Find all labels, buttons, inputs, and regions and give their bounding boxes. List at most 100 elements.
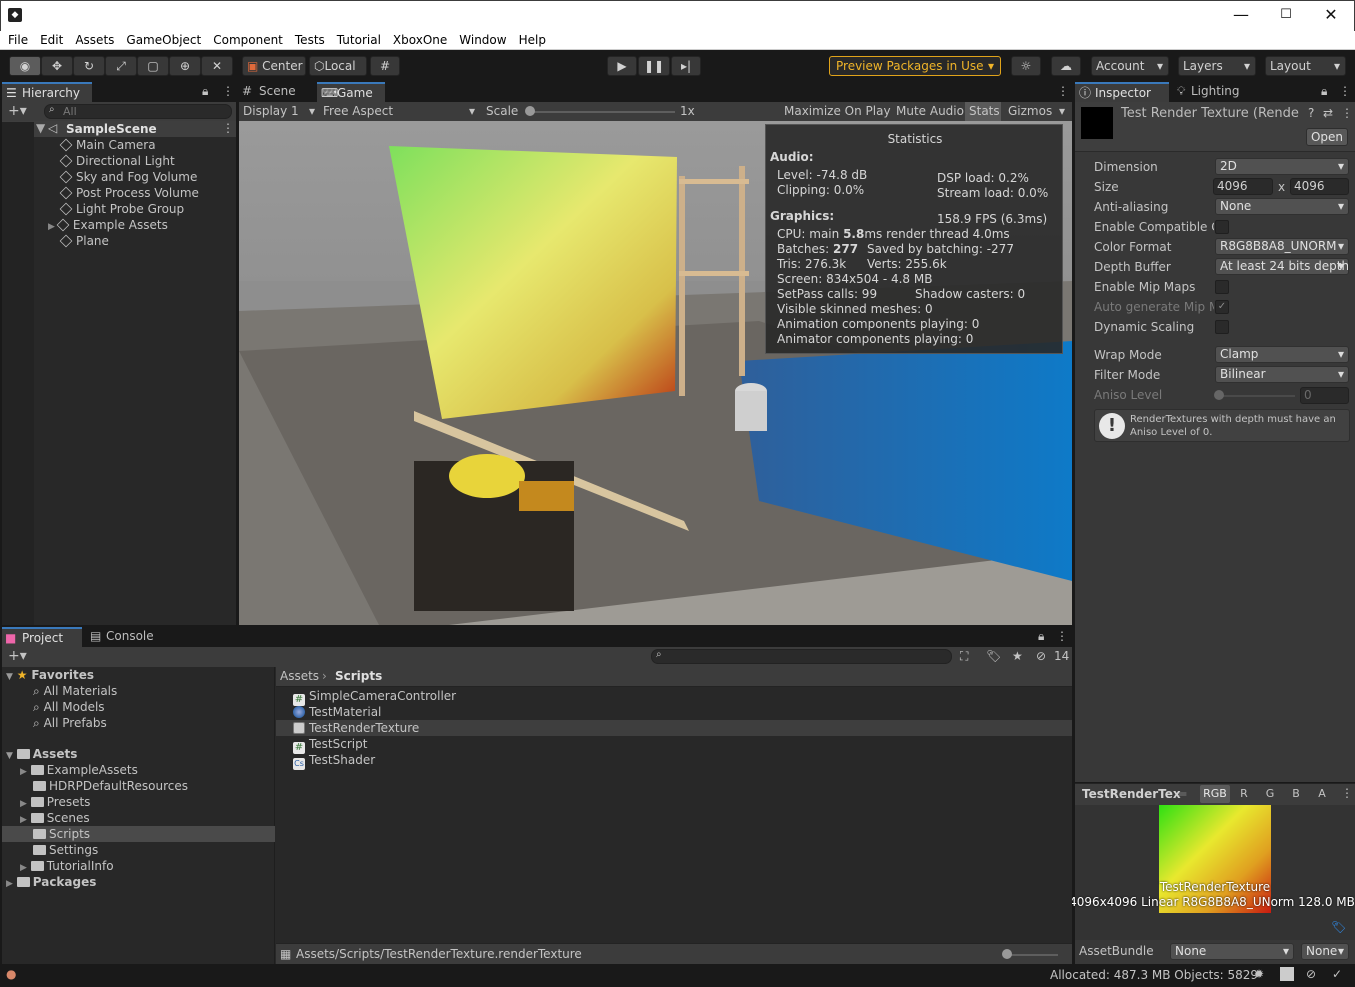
packages-header[interactable]: ▶ Packages [6, 874, 96, 890]
close-button[interactable]: ✕ [1308, 0, 1354, 31]
folder-item[interactable]: ▶ TutorialInfo [20, 858, 114, 874]
maximize-on-play-button[interactable]: Maximize On Play [784, 104, 891, 118]
favorite-item[interactable]: ⌕ All Prefabs [33, 715, 107, 731]
settings-sun-icon[interactable]: ☼ [1011, 56, 1041, 76]
mip-maps-checkbox[interactable] [1215, 280, 1229, 294]
folder-item[interactable]: Scripts [33, 826, 90, 842]
hierarchy-item[interactable]: Plane [59, 233, 109, 249]
hierarchy-item[interactable]: Directional Light [59, 153, 175, 169]
cloud-icon[interactable]: ☁ [1051, 56, 1081, 76]
move-tool-icon[interactable]: ✥ [41, 56, 73, 76]
hidden-packages-icon[interactable]: ⊘ [1036, 649, 1046, 663]
mute-audio-button[interactable]: Mute Audio [896, 104, 964, 118]
tag-icon[interactable]: 🏷︎ [1331, 920, 1346, 934]
aspect-dropdown[interactable]: Free Aspect ▾ [319, 102, 477, 121]
tab-scene[interactable]: # Scene [239, 82, 317, 102]
favorite-item[interactable]: ⌕ All Materials [33, 683, 117, 699]
expand-arrow-icon[interactable]: ▶ [20, 815, 27, 825]
layout-dropdown[interactable]: Layout ▾ [1265, 56, 1346, 76]
tab-game[interactable]: ⌨ Game [317, 82, 385, 102]
favorites-header[interactable]: ▼ ★ Favorites [6, 667, 94, 683]
menu-file[interactable]: File [8, 31, 34, 49]
assetbundle-variant-dropdown[interactable]: None [1301, 943, 1349, 960]
maximize-button[interactable]: ☐ [1263, 0, 1309, 31]
kebab-menu-icon[interactable]: ⋮ [1057, 84, 1069, 98]
file-item[interactable]: TestMaterial [293, 704, 381, 720]
menu-window[interactable]: Window [459, 31, 512, 49]
tab-lighting[interactable]: 💡︎ Lighting [1171, 82, 1261, 102]
lock-icon[interactable]: 🔒︎ [202, 84, 208, 99]
pivot-center-button[interactable]: ▣ Center [242, 56, 306, 76]
expand-arrow-icon[interactable]: ▶ [6, 879, 13, 889]
account-dropdown[interactable]: Account ▾ [1091, 56, 1169, 76]
display-dropdown[interactable]: Display 1 ▾ [239, 102, 317, 121]
gizmos-button[interactable]: Gizmos [1008, 104, 1052, 118]
pause-button[interactable]: ❚❚ [638, 56, 670, 76]
debug-bug-icon[interactable]: ✹ [1254, 967, 1264, 981]
lock-icon[interactable]: 🔒︎ [1321, 84, 1327, 99]
search-by-type-icon[interactable]: ⛶ [960, 649, 968, 664]
create-plus-icon[interactable]: +▾ [8, 103, 27, 119]
menu-edit[interactable]: Edit [40, 31, 69, 49]
rotate-tool-icon[interactable]: ↻ [73, 56, 105, 76]
layers-dropdown[interactable]: Layers ▾ [1178, 56, 1256, 76]
menu-gameobject[interactable]: GameObject [126, 31, 207, 49]
depth-buffer-dropdown[interactable]: At least 24 bits depth [1215, 258, 1349, 275]
hierarchy-item[interactable]: Light Probe Group [59, 201, 184, 217]
channel-g-button[interactable]: G [1258, 785, 1282, 803]
tab-hierarchy[interactable]: ☰ Hierarchy [2, 82, 92, 102]
menu-help[interactable]: Help [519, 31, 552, 49]
menu-component[interactable]: Component [213, 31, 289, 49]
size-width-field[interactable]: 4096 [1213, 178, 1273, 195]
preset-icon[interactable]: ⇄ [1323, 106, 1333, 120]
file-item[interactable]: # TestScript [293, 736, 367, 754]
pivot-space-button[interactable]: ⬡Local [309, 56, 367, 76]
folder-item[interactable]: HDRPDefaultResources [33, 778, 188, 794]
assets-header[interactable]: ▼ Assets [6, 746, 77, 762]
hierarchy-item[interactable]: Sky and Fog Volume [59, 169, 197, 185]
menu-tests[interactable]: Tests [295, 31, 331, 49]
search-by-label-icon[interactable]: 🏷︎ [986, 649, 1001, 663]
hierarchy-item[interactable]: ▶ Example Assets [48, 217, 168, 233]
minimize-button[interactable]: — [1218, 0, 1264, 31]
size-height-field[interactable]: 4096 [1290, 178, 1349, 195]
channel-r-button[interactable]: R [1232, 785, 1256, 803]
hierarchy-item[interactable]: Post Process Volume [59, 185, 199, 201]
menu-tutorial[interactable]: Tutorial [337, 31, 387, 49]
scale-slider-track[interactable] [529, 111, 675, 113]
expand-arrow-icon[interactable]: ▶ [48, 222, 55, 232]
expand-arrow-icon[interactable]: ▶ [20, 863, 27, 873]
expand-arrow-icon[interactable]: ▼ [36, 121, 45, 135]
expand-arrow-icon[interactable]: ▶ [20, 799, 27, 809]
favorite-star-icon[interactable]: ★ [1012, 649, 1023, 663]
breadcrumb-assets[interactable]: Assets [280, 669, 319, 683]
assetbundle-dropdown[interactable]: None [1170, 943, 1294, 960]
expand-arrow-icon[interactable]: ▼ [6, 672, 13, 682]
menu-assets[interactable]: Assets [75, 31, 120, 49]
kebab-menu-icon[interactable]: ⋮ [222, 84, 234, 98]
dimension-dropdown[interactable]: 2D [1215, 158, 1349, 175]
kebab-menu-icon[interactable]: ⋮ [1339, 84, 1351, 98]
scale-tool-icon[interactable]: ⤢ [105, 56, 137, 76]
kebab-menu-icon[interactable]: ⋮ [1056, 629, 1068, 643]
file-item[interactable]: TestRenderTexture [293, 720, 419, 736]
folder-item[interactable]: ▶ Presets [20, 794, 90, 810]
game-viewport[interactable]: Statistics Audio: Level: -74.8 dB Clippi… [239, 121, 1072, 625]
tab-project[interactable]: ■ Project [2, 627, 82, 647]
menu-xboxone[interactable]: XboxOne [393, 31, 453, 49]
stats-button[interactable]: Stats [965, 102, 1001, 121]
icon-size-slider-thumb[interactable] [1002, 949, 1012, 959]
icon-size-slider-track[interactable] [1006, 954, 1058, 956]
view-tool-eye-icon[interactable]: ◉ [9, 56, 41, 76]
tab-console[interactable]: ▤ Console [86, 627, 166, 647]
kebab-menu-icon[interactable]: ⋮ [222, 121, 234, 135]
hierarchy-search-input[interactable]: ⌕ All [44, 104, 232, 119]
kebab-menu-icon[interactable]: ⋮ [1341, 106, 1353, 120]
file-item[interactable]: Cs TestShader [293, 752, 375, 770]
filter-mode-dropdown[interactable]: Bilinear [1215, 366, 1349, 383]
channel-rgb-button[interactable]: RGB [1200, 785, 1230, 803]
grid-snap-icon[interactable]: # [370, 56, 400, 76]
open-button[interactable]: Open [1306, 128, 1348, 146]
expand-arrow-icon[interactable]: ▶ [20, 767, 27, 777]
custom-tool-icon[interactable]: ✕ [201, 56, 233, 76]
